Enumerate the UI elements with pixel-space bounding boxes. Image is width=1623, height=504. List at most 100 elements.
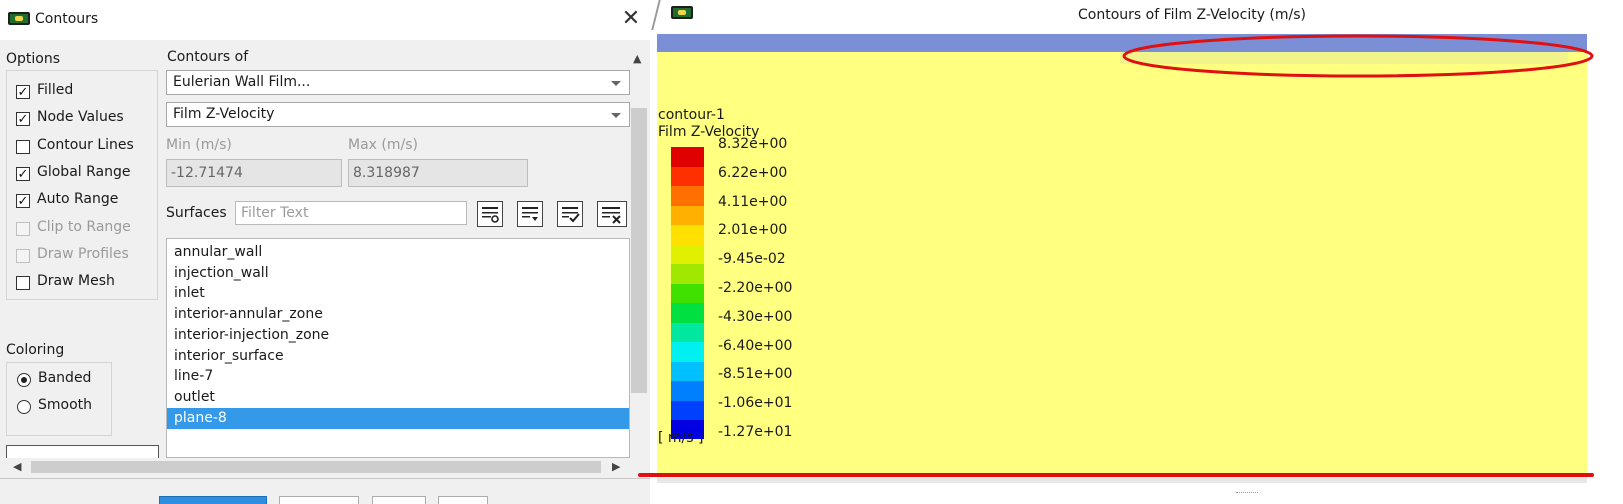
contours-variable-value: Film Z-Velocity (173, 106, 275, 122)
option-global-range[interactable]: ✓ Global Range (16, 164, 151, 184)
horizontal-scroll-thumb[interactable] (31, 461, 601, 473)
colorbar-band (671, 166, 704, 187)
colorbar-band (671, 341, 704, 362)
close-icon[interactable]: ✕ (619, 6, 643, 32)
filter-surfaces-button[interactable] (517, 201, 543, 227)
list-item[interactable]: line-7 (167, 366, 629, 387)
option-contour-lines[interactable]: Contour Lines (16, 137, 151, 157)
checkbox[interactable]: ✓ (16, 194, 30, 209)
list-check-icon (562, 207, 580, 223)
option-auto-range[interactable]: ✓ Auto Range (16, 191, 151, 211)
colorbar-band (671, 263, 704, 284)
annotation-ellipse (1122, 34, 1594, 78)
checkbox (16, 221, 30, 236)
coloring-smooth[interactable]: Smooth (17, 397, 107, 417)
colorbar-band (671, 205, 704, 226)
colorbar-band (671, 361, 704, 382)
contours-of-label: Contours of (167, 49, 249, 65)
surfaces-list[interactable]: annular_wall injection_wall inlet interior-… (166, 238, 630, 458)
checkbox[interactable]: ✓ (16, 166, 30, 181)
new-surface-button[interactable] (477, 201, 503, 227)
app-logo-icon (8, 12, 30, 25)
surface-filter-input[interactable]: Filter Text (235, 201, 467, 225)
option-filled[interactable]: ✓ Filled (16, 82, 151, 102)
list-item[interactable]: interior_surface (167, 346, 629, 367)
colorbar-band (671, 400, 704, 421)
checkbox[interactable]: ✓ (16, 112, 30, 127)
contours-dialog: Contours ✕ Options ✓ Filled ✓ Node Values Co… (0, 0, 651, 504)
checkbox-label: Filled (37, 82, 74, 98)
colorbar-tick-label: 2.01e+00 (718, 222, 788, 239)
colorbar-band (671, 283, 704, 304)
surfaces-label: Surfaces (166, 205, 227, 221)
scroll-up-icon[interactable]: ▲ (633, 52, 641, 65)
checkbox-label: Clip to Range (37, 218, 131, 235)
checkbox-label: Auto Range (37, 191, 119, 208)
max-value-field: 8.318987 (348, 159, 528, 187)
checkbox-label: Node Values (37, 109, 124, 126)
option-clip-to-range: Clip to Range (16, 219, 151, 239)
colorbar-band (671, 185, 704, 206)
checkbox[interactable] (16, 276, 30, 291)
checkbox (16, 248, 30, 263)
vertical-scroll-thumb[interactable] (631, 108, 647, 393)
checkbox-label: Draw Profiles (37, 245, 129, 262)
dialog-title: Contours (35, 11, 99, 27)
chevron-down-icon (611, 113, 621, 118)
options-label: Options (6, 51, 61, 67)
colorbar-band (671, 244, 704, 265)
list-item[interactable]: interior-injection_zone (167, 325, 629, 346)
checkbox-label: Contour Lines (37, 136, 134, 153)
legend-colorbar (671, 147, 704, 440)
colorbar-band (671, 322, 704, 343)
checkbox-label: Draw Mesh (37, 273, 115, 290)
min-label: Min (m/s) (166, 137, 232, 153)
list-add-icon (482, 207, 499, 223)
radio-button[interactable] (17, 400, 31, 414)
dialog-titlebar: Contours ✕ (0, 0, 650, 40)
colorbar-tick-label: -8.51e+00 (718, 366, 793, 383)
select-all-surfaces-button[interactable] (557, 201, 583, 227)
min-value-field: -12.71474 (166, 159, 342, 187)
list-item[interactable]: plane-8 (167, 407, 629, 429)
scroll-left-icon[interactable]: ◀ (13, 460, 21, 473)
checkbox[interactable] (16, 139, 30, 154)
coloring-banded[interactable]: Banded (17, 370, 107, 390)
colorbar-tick-label: 4.11e+00 (718, 193, 788, 210)
app-logo-icon (671, 6, 693, 19)
option-draw-profiles: Draw Profiles (16, 246, 151, 266)
chevron-down-icon (611, 81, 621, 86)
option-node-values[interactable]: ✓ Node Values (16, 109, 151, 129)
contours-category-dropdown[interactable]: Eulerian Wall Film... (166, 70, 630, 95)
list-filter-icon (522, 207, 538, 221)
list-item[interactable]: annular_wall (167, 242, 629, 263)
checkbox[interactable]: ✓ (16, 85, 30, 99)
option-draw-mesh[interactable]: Draw Mesh (16, 273, 151, 293)
list-item[interactable]: outlet (167, 387, 629, 408)
annotation-underline (638, 473, 1594, 477)
colorbar-band (671, 147, 704, 167)
save-display-button[interactable] (159, 496, 267, 504)
list-item[interactable]: inlet (167, 283, 629, 304)
list-item[interactable]: interior-annular_zone (167, 304, 629, 325)
deselect-all-surfaces-button[interactable] (597, 201, 627, 227)
legend-contour-name: contour-1 (658, 107, 725, 123)
colorbar-tick-label: -1.06e+01 (718, 395, 793, 412)
contours-variable-dropdown[interactable]: Film Z-Velocity (166, 102, 630, 127)
colorbar-tick-label: -6.40e+00 (718, 337, 793, 354)
radio-button[interactable] (17, 373, 31, 387)
list-clear-icon (602, 207, 621, 224)
colorbar-tick-label: 8.32e+00 (718, 136, 788, 152)
colorbar-tick-label: -1.27e+01 (718, 424, 793, 440)
compute-button[interactable] (279, 496, 359, 504)
colorbar-tick-label: -4.30e+00 (718, 308, 793, 325)
help-button[interactable] (438, 496, 488, 504)
list-item[interactable]: injection_wall (167, 263, 629, 284)
scroll-right-icon[interactable]: ▶ (612, 460, 620, 473)
colorbar-tick-label: -9.45e-02 (718, 251, 786, 268)
contour-field (657, 52, 1587, 474)
colorbar-band (671, 302, 704, 323)
resize-grip[interactable] (1236, 492, 1258, 495)
close-button[interactable] (372, 496, 426, 504)
divider (0, 478, 650, 479)
